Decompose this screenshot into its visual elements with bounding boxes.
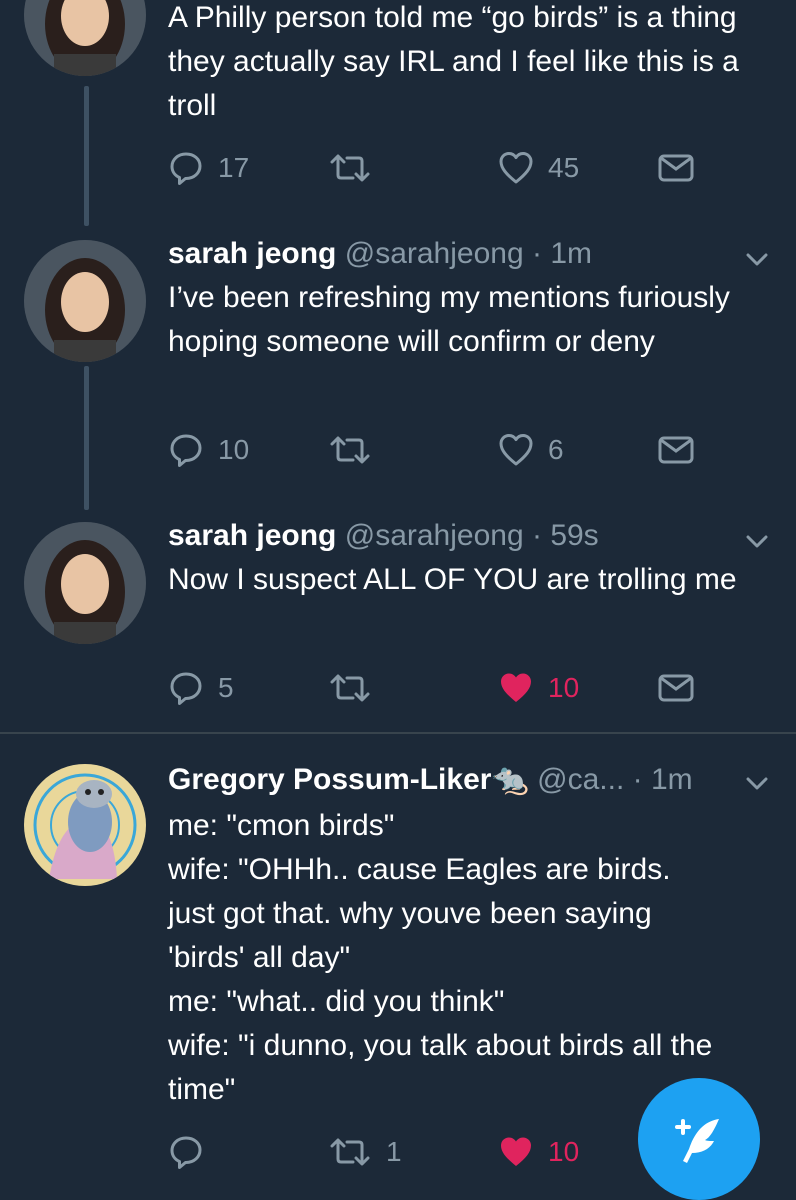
timestamp: 59s (550, 519, 599, 552)
retweet-button[interactable] (328, 428, 386, 472)
tweet-text: Now I suspect ALL OF YOU are trolling me (168, 563, 737, 596)
tweet-header: Gregory Possum-Liker🐀 @ca... · 1m (168, 763, 693, 796)
tweet-line: me: "cmon birds" (168, 809, 395, 842)
display-name[interactable]: sarah jeong (168, 519, 336, 552)
reply-count: 10 (218, 434, 250, 465)
reply-icon (170, 152, 202, 185)
like-button[interactable]: 6 (498, 428, 564, 472)
like-count: 10 (548, 672, 580, 703)
avatar-gregory[interactable] (24, 764, 146, 886)
tweet-header: sarah jeong @sarahjeong · 59s (168, 519, 599, 552)
reply-icon (170, 434, 202, 467)
tweet-actions: 10 6 (168, 428, 728, 472)
reply-icon (170, 672, 202, 705)
retweet-icon (330, 436, 370, 464)
reply-button[interactable]: 5 (168, 666, 234, 710)
dm-button[interactable] (658, 666, 694, 710)
tweet-line: 'birds' all day" (168, 941, 351, 974)
like-button[interactable]: 10 (498, 666, 579, 710)
tweet-line: just got that. why youve been saying (168, 897, 652, 930)
heart-icon (499, 434, 533, 466)
reply-button[interactable]: 10 (168, 428, 249, 472)
dm-button[interactable] (658, 146, 694, 190)
like-button[interactable]: 45 (498, 146, 579, 190)
tweet-3[interactable]: sarah jeong @sarahjeong · 59s Now I susp… (0, 510, 796, 730)
reply-icon (170, 1136, 202, 1169)
mail-icon (658, 436, 694, 464)
handle[interactable]: @sarahjeong (345, 237, 524, 270)
reply-count: 17 (218, 152, 250, 183)
handle[interactable]: @ca... (537, 763, 624, 796)
avatar-sarah-jeong[interactable] (24, 522, 146, 644)
tweet-text: A Philly person told me “go birds” is a … (168, 1, 739, 122)
retweet-button[interactable] (328, 146, 386, 190)
tweet-text: me: "cmon birds" wife: "OHHh.. cause Eag… (168, 804, 778, 1112)
tweet-actions: 17 45 (168, 146, 728, 190)
reply-button[interactable] (168, 1130, 218, 1174)
tweet-actions: 5 10 (168, 666, 728, 710)
retweet-button[interactable]: 1 (328, 1130, 402, 1174)
compose-tweet-button[interactable] (638, 1078, 760, 1200)
tweet-text: I’ve been refreshing my mentions furious… (168, 281, 730, 358)
dm-button[interactable] (658, 428, 694, 472)
like-button[interactable]: 10 (498, 1130, 579, 1174)
avatar-sarah-jeong[interactable] (24, 0, 146, 76)
timestamp: 1m (550, 237, 592, 270)
tweet-1[interactable]: A Philly person told me “go birds” is a … (0, 0, 796, 230)
mail-icon (658, 674, 694, 702)
chevron-down-icon[interactable] (744, 528, 770, 554)
chevron-down-icon[interactable] (744, 770, 770, 796)
retweet-icon (330, 674, 370, 702)
mail-icon (658, 154, 694, 182)
like-count: 10 (548, 1136, 580, 1167)
reply-count: 5 (218, 672, 234, 703)
display-name[interactable]: Gregory Possum-Liker🐀 (168, 763, 529, 796)
retweet-icon (330, 1138, 370, 1166)
display-name[interactable]: sarah jeong (168, 237, 336, 270)
thread-line (84, 86, 89, 226)
retweet-icon (330, 154, 370, 182)
heart-filled-icon (501, 673, 531, 702)
like-count: 6 (548, 434, 564, 465)
tweet-line: wife: "i dunno, you talk about birds all… (168, 1029, 713, 1062)
timestamp: 1m (650, 763, 693, 796)
handle[interactable]: @sarahjeong (345, 519, 524, 552)
tweet-line: wife: "OHHh.. cause Eagles are birds. (168, 853, 671, 886)
tweet-header: sarah jeong @sarahjeong · 1m (168, 237, 592, 270)
retweet-button[interactable] (328, 666, 386, 710)
like-count: 45 (548, 152, 580, 183)
tweet-2[interactable]: sarah jeong @sarahjeong · 1m I’ve been r… (0, 230, 796, 510)
thread-line (84, 366, 89, 510)
compose-tweet-icon (675, 1119, 719, 1163)
tweet-line: me: "what.. did you think" (168, 985, 505, 1018)
reply-button[interactable]: 17 (168, 146, 249, 190)
heart-filled-icon (501, 1137, 531, 1166)
heart-icon (499, 152, 533, 184)
retweet-count: 1 (386, 1136, 402, 1167)
avatar-sarah-jeong[interactable] (24, 240, 146, 362)
chevron-down-icon[interactable] (744, 246, 770, 272)
